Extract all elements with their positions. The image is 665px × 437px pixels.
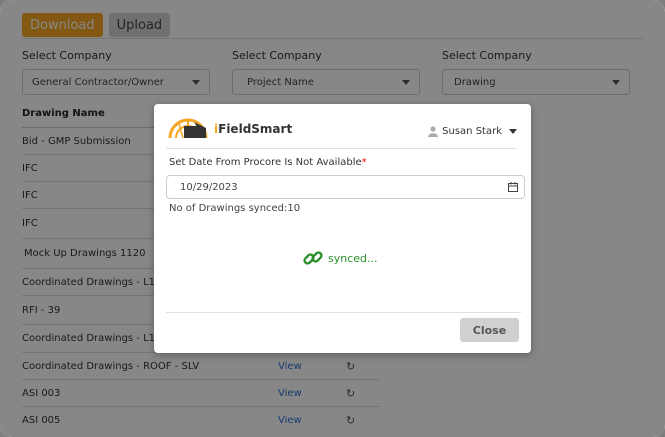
dialog-header: iFieldSmart Susan Stark (166, 114, 517, 149)
app-window: Download Upload Select Company General C… (0, 0, 665, 437)
brand-logo: iFieldSmart (166, 118, 292, 140)
sync-status-text: synced... (328, 251, 378, 265)
brand-rest: FieldSmart (218, 122, 293, 136)
date-input[interactable]: 10/29/2023 (166, 175, 525, 199)
brand-name: iFieldSmart (214, 122, 292, 136)
chevron-down-icon (509, 129, 517, 134)
close-button[interactable]: Close (460, 318, 519, 342)
date-input-value: 10/29/2023 (180, 181, 238, 193)
link-icon (303, 251, 323, 265)
date-label-text: Set Date From Procore Is Not Available (169, 157, 362, 168)
sync-status: synced... (302, 247, 378, 269)
dialog-footer-divider (166, 312, 521, 313)
required-marker: * (361, 157, 367, 168)
sync-dialog: iFieldSmart Susan Stark Set Date From Pr… (154, 104, 531, 353)
hardhat-icon (168, 118, 208, 139)
calendar-icon[interactable] (508, 182, 518, 192)
user-menu[interactable]: Susan Stark (428, 126, 517, 137)
user-name: Susan Stark (442, 126, 502, 137)
drawings-synced-count: No of Drawings synced:10 (169, 203, 301, 214)
user-icon (428, 126, 439, 137)
date-field-label: Set Date From Procore Is Not Available* (169, 157, 367, 168)
